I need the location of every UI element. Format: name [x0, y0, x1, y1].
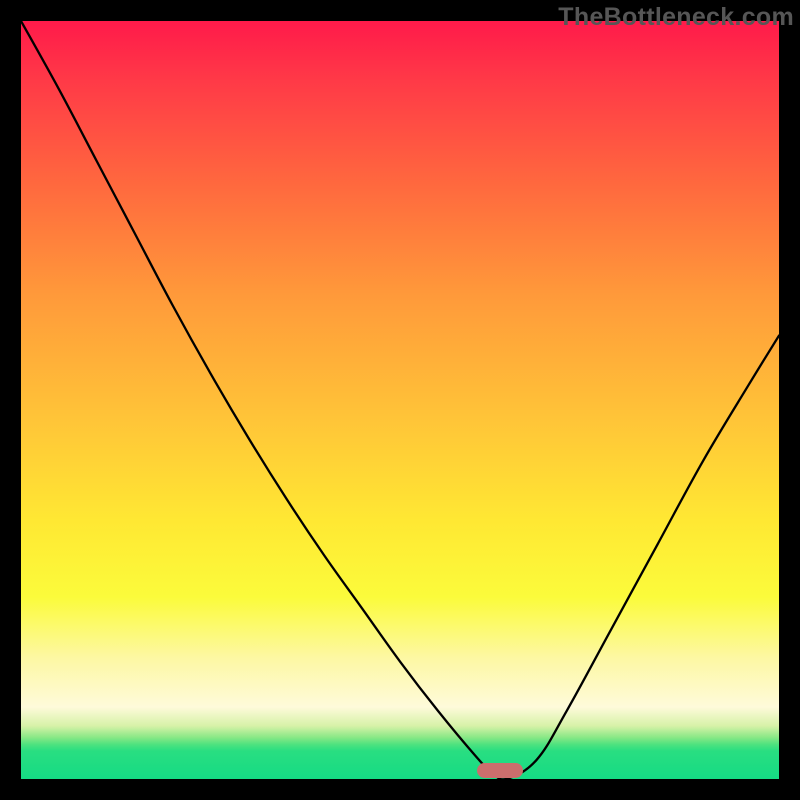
optimal-marker: [477, 763, 523, 778]
bottleneck-curve: [21, 21, 779, 779]
chart-plot-area: [21, 21, 779, 779]
watermark-text: TheBottleneck.com: [558, 3, 794, 32]
